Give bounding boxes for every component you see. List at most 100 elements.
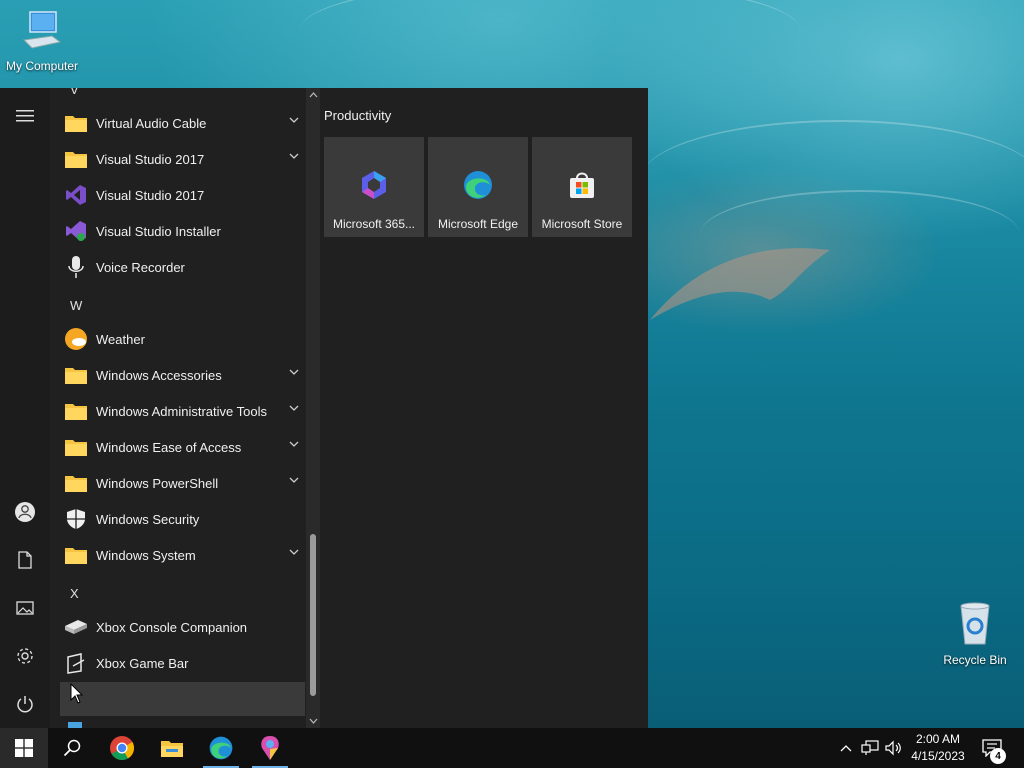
app-item-windows-system[interactable]: Windows System (60, 538, 305, 572)
edge-icon (464, 171, 492, 199)
visual-studio-installer-icon (66, 221, 86, 241)
start-button[interactable] (0, 728, 48, 768)
folder-icon (65, 476, 87, 492)
folder-icon (161, 741, 183, 757)
wallpaper-fin-shape (650, 248, 830, 320)
app-item-visual-studio-2017-folder[interactable]: Visual Studio 2017 (60, 142, 305, 176)
microsoft-365-icon (362, 171, 386, 199)
tile-microsoft-store[interactable]: Microsoft Store (532, 137, 632, 237)
folder-icon (65, 116, 87, 132)
clock-button[interactable]: 2:00 AM 4/15/2023 (906, 731, 970, 765)
app-item-label: Windows Administrative Tools (96, 403, 267, 419)
pictures-button[interactable] (0, 588, 50, 628)
app-item-windows-ease-of-access[interactable]: Windows Ease of Access (60, 430, 305, 464)
network-icon (861, 740, 879, 755)
visual-studio-icon (66, 185, 86, 205)
computer-icon (22, 11, 62, 49)
app-item-voice-recorder[interactable]: Voice Recorder (60, 250, 305, 284)
paint-button[interactable] (246, 728, 294, 768)
chevron-down-icon (289, 441, 299, 447)
menu-icon (16, 110, 34, 122)
folder-icon (65, 404, 87, 420)
tile-group-title[interactable]: Productivity (324, 108, 391, 123)
desktop-icon-my-computer[interactable]: My Computer (0, 10, 84, 73)
letter-header-v[interactable]: V (70, 88, 110, 104)
chrome-button[interactable] (98, 728, 146, 768)
desktop-icon-recycle-bin[interactable]: Recycle Bin (933, 600, 1017, 667)
app-item-label: Voice Recorder (96, 259, 185, 275)
app-item-visual-studio-installer[interactable]: Visual Studio Installer (60, 214, 305, 248)
clock-time: 2:00 AM (915, 732, 961, 746)
taskbar: 2:00 AM 4/15/2023 4 (0, 728, 1024, 768)
microphone-icon (68, 256, 84, 278)
chevron-down-icon (289, 369, 299, 375)
documents-button[interactable] (0, 540, 50, 580)
app-item-label: Visual Studio 2017 (96, 151, 205, 167)
desktop-icon-label: Recycle Bin (943, 653, 1007, 667)
app-item-label: Windows PowerShell (96, 475, 219, 491)
clock-date: 4/15/2023 (911, 749, 965, 763)
tile-microsoft-365[interactable]: Microsoft 365... (324, 137, 424, 237)
windows-icon (15, 739, 33, 757)
edge-icon (209, 736, 233, 760)
app-item-label: Visual Studio Installer (96, 223, 221, 239)
folder-icon (65, 548, 87, 564)
search-icon (63, 739, 81, 757)
weather-icon (65, 328, 87, 350)
notification-count-badge: 4 (990, 748, 1006, 764)
app-list-scrollbar[interactable] (306, 88, 320, 728)
letter-header-w[interactable]: W (70, 290, 110, 320)
file-explorer-button[interactable] (148, 728, 196, 768)
tile-microsoft-edge[interactable]: Microsoft Edge (428, 137, 528, 237)
app-item-xbox-game-bar[interactable]: Xbox Game Bar (60, 646, 305, 680)
scrollbar-thumb[interactable] (310, 534, 316, 696)
tile-label: Microsoft Edge (437, 217, 519, 231)
recycle-bin-icon (960, 602, 990, 645)
chevron-up-icon (840, 745, 852, 752)
show-hidden-icons-button[interactable] (836, 738, 856, 758)
app-item-label: Virtual Audio Cable (96, 115, 207, 131)
app-item-windows-administrative-tools[interactable]: Windows Administrative Tools (60, 394, 305, 428)
store-icon (570, 172, 594, 198)
app-item-virtual-audio-cable[interactable]: Virtual Audio Cable (60, 106, 305, 140)
app-item-label: Visual Studio 2017 (96, 187, 205, 203)
paint-icon (261, 736, 279, 760)
user-account-button[interactable] (0, 492, 50, 532)
power-icon (17, 696, 33, 713)
folder-icon (65, 152, 87, 168)
desktop-icon-label: My Computer (5, 59, 79, 73)
app-item-label: Xbox Console Companion (96, 619, 248, 635)
expand-menu-button[interactable] (0, 96, 50, 136)
app-item-windows-security[interactable]: Windows Security (60, 502, 305, 536)
chevron-down-icon (289, 153, 299, 159)
app-item-windows-accessories[interactable]: Windows Accessories (60, 358, 305, 392)
chevron-down-icon (289, 477, 299, 483)
app-item-weather[interactable]: Weather (60, 322, 305, 356)
speaker-icon (885, 740, 901, 756)
user-icon (15, 502, 35, 522)
network-button[interactable] (860, 738, 880, 758)
app-item-label: Windows System (96, 547, 196, 563)
scroll-up-arrow[interactable] (306, 88, 320, 102)
app-item-visual-studio-2017[interactable]: Visual Studio 2017 (60, 178, 305, 212)
shield-icon (67, 509, 85, 529)
settings-button[interactable] (0, 636, 50, 676)
start-menu: V Virtual Audio Cable Visual Studio 2017… (0, 88, 648, 728)
search-button[interactable] (48, 728, 96, 768)
app-item-xbox-console-companion[interactable]: Xbox Console Companion (60, 610, 305, 644)
chrome-icon (110, 736, 135, 761)
app-item-label: Weather (96, 331, 145, 347)
letter-header-x[interactable]: X (70, 578, 110, 608)
app-item-label: Windows Accessories (96, 367, 222, 383)
volume-button[interactable] (884, 738, 904, 758)
xbox-game-bar-icon (67, 653, 85, 674)
chevron-down-icon (289, 405, 299, 411)
wallpaper-wave (300, 0, 800, 80)
folder-icon (65, 440, 87, 456)
scroll-down-arrow[interactable] (306, 714, 320, 728)
tile-label: Microsoft 365... (332, 217, 416, 231)
app-item-windows-powershell[interactable]: Windows PowerShell (60, 466, 305, 500)
mouse-cursor-icon (70, 683, 84, 704)
power-button[interactable] (0, 684, 50, 724)
edge-button[interactable] (197, 728, 245, 768)
